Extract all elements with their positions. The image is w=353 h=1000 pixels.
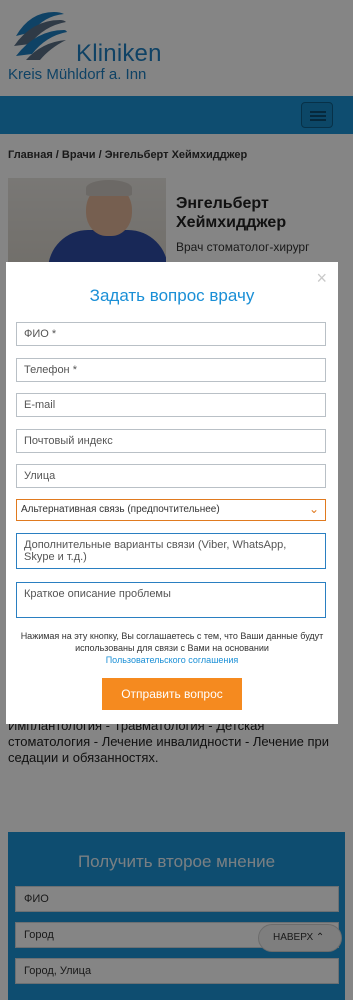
problem-description-textarea[interactable]: Краткое описание проблемы xyxy=(16,582,326,618)
fio-input[interactable]: ФИО * xyxy=(16,322,326,346)
chevron-down-icon: ⌄ xyxy=(308,502,319,516)
street-input[interactable]: Улица xyxy=(16,464,326,488)
modal-title: Задать вопрос врачу xyxy=(89,286,255,305)
submit-question-button[interactable]: Отправить вопрос xyxy=(102,678,242,710)
postal-code-input[interactable]: Почтовый индекс xyxy=(16,429,326,453)
alt-contact-select[interactable]: Альтернативная связь (предпочтительнее) … xyxy=(16,499,326,521)
extra-contacts-textarea[interactable]: Дополнительные варианты связи (Viber, Wh… xyxy=(16,533,326,569)
ask-doctor-modal: × Задать вопрос врачу ФИО * Телефон * E-… xyxy=(6,262,338,724)
phone-input[interactable]: Телефон * xyxy=(16,358,326,382)
consent-notice: Нажимая на эту кнопку, Вы соглашаетесь с… xyxy=(20,630,324,666)
email-input[interactable]: E-mail xyxy=(16,393,326,417)
user-agreement-link[interactable]: Пользовательского соглашения xyxy=(106,655,239,665)
alt-contact-select-value: Альтернативная связь (предпочтительнее) xyxy=(21,504,220,515)
consent-text: Нажимая на эту кнопку, Вы соглашаетесь с… xyxy=(20,631,324,653)
